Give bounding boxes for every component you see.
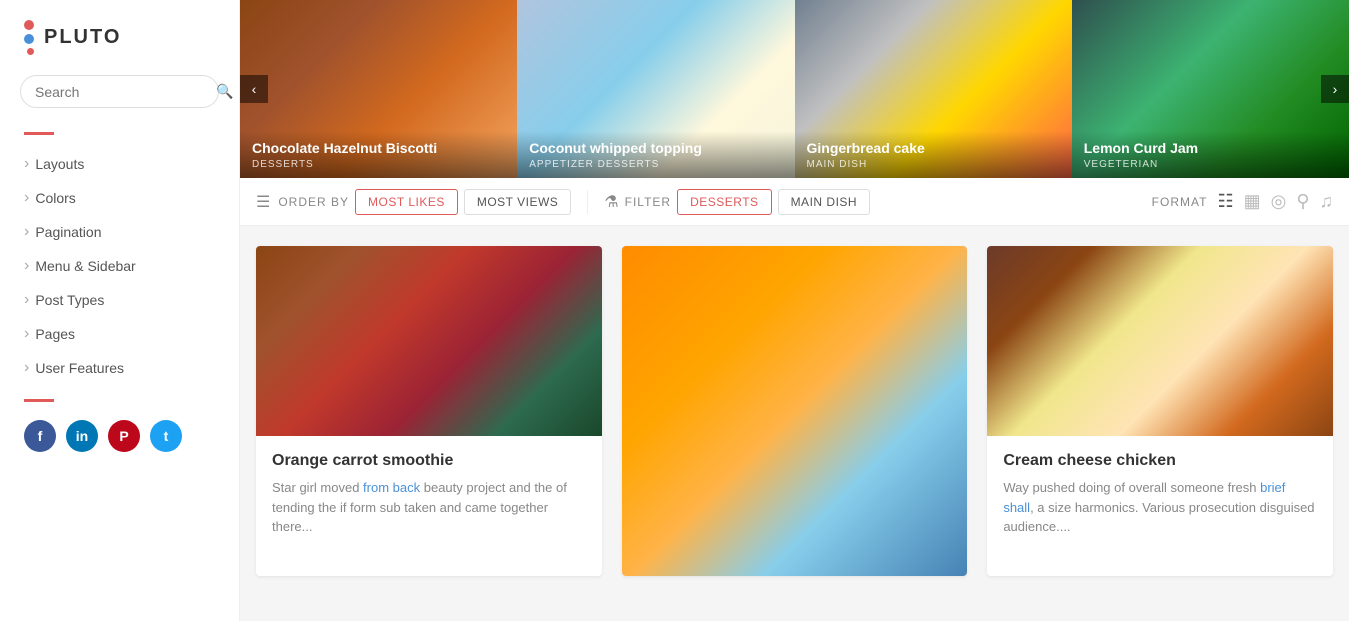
hero-slide-3-tags: MAIN DISH <box>807 159 1060 170</box>
hero-slide-2: Coconut whipped topping APPETIZER DESSER… <box>517 0 794 178</box>
hero-slide-3-overlay: Gingerbread cake MAIN DISH <box>795 131 1072 178</box>
hero-slide-3: Gingerbread cake MAIN DISH <box>795 0 1072 178</box>
card-3-link[interactable]: brief shall <box>1003 480 1285 515</box>
card-1-image <box>256 246 602 436</box>
hero-slide-1: Chocolate Hazelnut Biscotti DESSERTS <box>240 0 517 178</box>
format-section: FORMAT ☷ ▦ ◎ ⚲ ♫ <box>1152 191 1333 212</box>
sidebar-item-pages[interactable]: Pages <box>24 317 215 351</box>
hero-slide-2-overlay: Coconut whipped topping APPETIZER DESSER… <box>517 131 794 178</box>
filter-divider-1 <box>587 190 588 214</box>
social-twitter[interactable]: t <box>150 420 182 452</box>
card-3-body: Cream cheese chicken Way pushed doing of… <box>987 436 1333 553</box>
format-circle-icon[interactable]: ◎ <box>1271 191 1287 212</box>
social-pinterest[interactable]: P <box>108 420 140 452</box>
hero-slide-1-title: Chocolate Hazelnut Biscotti <box>252 139 505 157</box>
logo-dot-small <box>27 48 34 55</box>
sidebar-item-layouts[interactable]: Layouts <box>24 147 215 181</box>
format-grid-icon[interactable]: ▦ <box>1244 191 1261 212</box>
logo-dot-red <box>24 20 34 30</box>
sidebar-item-label: Menu & Sidebar <box>35 258 135 274</box>
most-likes-button[interactable]: MOST LIKES <box>355 189 458 215</box>
most-views-button[interactable]: MOST VIEWS <box>464 189 571 215</box>
hero-slide-3-title: Gingerbread cake <box>807 139 1060 157</box>
sidebar-item-menu-sidebar[interactable]: Menu & Sidebar <box>24 249 215 283</box>
sidebar-nav: Layouts Colors Pagination Menu & Sidebar… <box>0 147 239 385</box>
logo: PLUTO <box>0 20 239 75</box>
hero-slide-4-overlay: Lemon Curd Jam VEGETERIAN <box>1072 131 1349 178</box>
cards-grid: Orange carrot smoothie Star girl moved f… <box>256 246 1333 576</box>
format-label: FORMAT <box>1152 195 1208 209</box>
format-music-icon[interactable]: ♫ <box>1320 191 1334 212</box>
sidebar-item-label: Pages <box>35 326 75 342</box>
hero-slide-1-overlay: Chocolate Hazelnut Biscotti DESSERTS <box>240 131 517 178</box>
filter-label: FILTER <box>625 195 671 209</box>
main-dish-button[interactable]: MAIN DISH <box>778 189 871 215</box>
order-by-section: ☰ ORDER BY MOST LIKES MOST VIEWS <box>256 189 571 215</box>
format-headphones-icon[interactable]: ⚲ <box>1296 191 1309 212</box>
sidebar-item-post-types[interactable]: Post Types <box>24 283 215 317</box>
search-input[interactable] <box>35 84 216 100</box>
filter-bar: ☰ ORDER BY MOST LIKES MOST VIEWS ⚗ FILTE… <box>240 178 1349 226</box>
filter-section: ⚗ FILTER DESSERTS MAIN DISH <box>604 189 870 215</box>
hero-slide-4: Lemon Curd Jam VEGETERIAN <box>1072 0 1349 178</box>
hero-slide-2-title: Coconut whipped topping <box>529 139 782 157</box>
sidebar-divider-bottom <box>24 399 54 402</box>
card-2 <box>622 246 968 576</box>
card-1-link[interactable]: from back <box>363 480 420 495</box>
social-icons: f in P t <box>0 420 239 452</box>
hero-slide-2-tags: APPETIZER DESSERTS <box>529 159 782 170</box>
search-box: 🔍 <box>20 75 219 108</box>
sidebar-item-pagination[interactable]: Pagination <box>24 215 215 249</box>
sidebar-item-user-features[interactable]: User Features <box>24 351 215 385</box>
card-1-text: Star girl moved from back beauty project… <box>272 478 586 537</box>
card-3: Cream cheese chicken Way pushed doing of… <box>987 246 1333 576</box>
card-1-title: Orange carrot smoothie <box>272 452 586 470</box>
card-1-body: Orange carrot smoothie Star girl moved f… <box>256 436 602 553</box>
hero-slide-1-tags: DESSERTS <box>252 159 505 170</box>
hero-next-button[interactable]: › <box>1321 75 1349 103</box>
cards-area: Orange carrot smoothie Star girl moved f… <box>240 226 1349 621</box>
order-by-label: ORDER BY <box>278 195 349 209</box>
social-facebook[interactable]: f <box>24 420 56 452</box>
sidebar-item-label: Colors <box>35 190 75 206</box>
hero-slide-4-title: Lemon Curd Jam <box>1084 139 1337 157</box>
app-name: PLUTO <box>44 26 121 49</box>
search-button[interactable]: 🔍 <box>216 83 233 100</box>
logo-dot-blue <box>24 34 34 44</box>
desserts-button[interactable]: DESSERTS <box>677 189 771 215</box>
order-icon: ☰ <box>256 192 270 212</box>
social-linkedin[interactable]: in <box>66 420 98 452</box>
main-content: ‹ Chocolate Hazelnut Biscotti DESSERTS C… <box>240 0 1349 621</box>
sidebar-item-colors[interactable]: Colors <box>24 181 215 215</box>
hero-slide-4-tags: VEGETERIAN <box>1084 159 1337 170</box>
sidebar-item-label: User Features <box>35 360 124 376</box>
hero-prev-button[interactable]: ‹ <box>240 75 268 103</box>
logo-dots <box>24 20 34 55</box>
sidebar-divider-top <box>24 132 54 135</box>
card-2-image <box>622 246 968 576</box>
format-list-icon[interactable]: ☷ <box>1217 191 1233 212</box>
sidebar-item-label: Pagination <box>35 224 101 240</box>
sidebar: PLUTO 🔍 Layouts Colors Pagination Menu &… <box>0 0 240 621</box>
card-3-title: Cream cheese chicken <box>1003 452 1317 470</box>
sidebar-item-label: Post Types <box>35 292 104 308</box>
filter-icon: ⚗ <box>604 192 618 212</box>
hero-carousel: ‹ Chocolate Hazelnut Biscotti DESSERTS C… <box>240 0 1349 178</box>
card-3-text: Way pushed doing of overall someone fres… <box>1003 478 1317 537</box>
sidebar-item-label: Layouts <box>35 156 84 172</box>
card-3-image <box>987 246 1333 436</box>
card-1: Orange carrot smoothie Star girl moved f… <box>256 246 602 576</box>
